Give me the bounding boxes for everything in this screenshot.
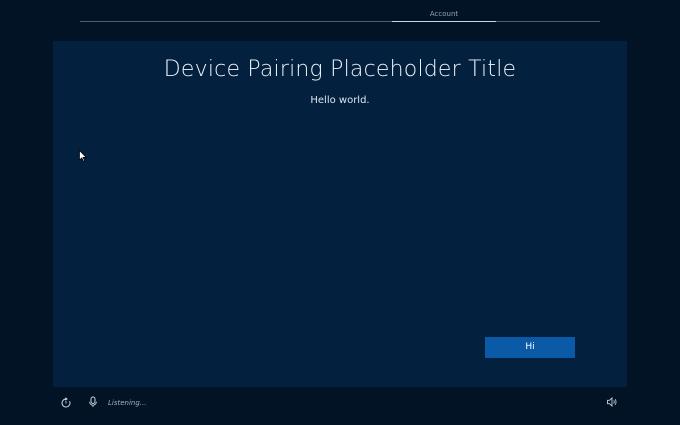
hi-button[interactable]: Hi [485, 337, 575, 358]
progress-active-segment [392, 21, 496, 22]
microphone-icon[interactable] [87, 396, 99, 408]
speaker-icon[interactable] [606, 396, 618, 408]
step-label-account: Account [429, 10, 459, 18]
listening-status: Listening... [108, 399, 147, 407]
progress-track [80, 21, 600, 22]
mouse-pointer-icon [79, 150, 87, 162]
ease-of-access-icon[interactable] [60, 397, 72, 409]
main-panel [53, 41, 627, 387]
page-subtitle: Hello world. [310, 95, 370, 106]
page-title: Device Pairing Placeholder Title [163, 57, 517, 82]
